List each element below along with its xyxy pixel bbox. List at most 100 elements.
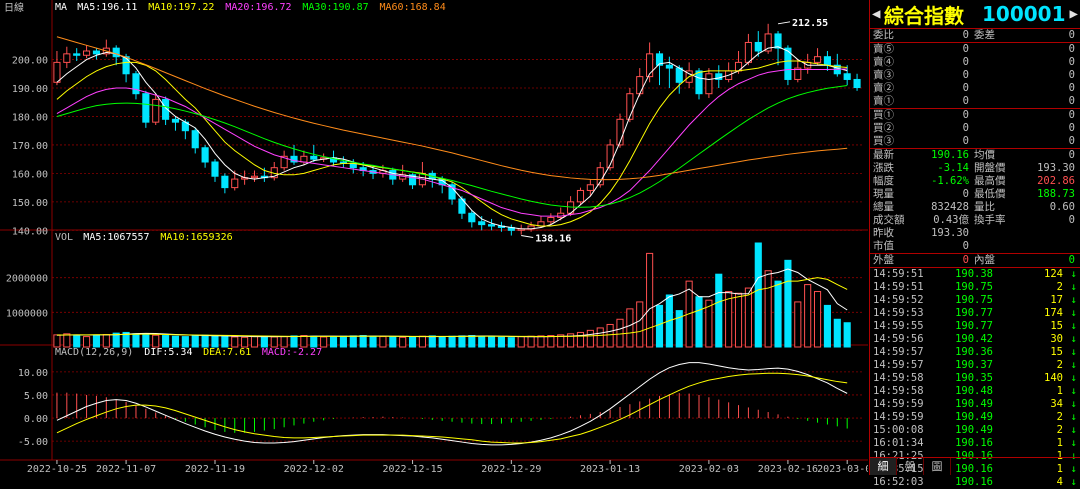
volume-bar xyxy=(92,335,101,348)
candle-body xyxy=(92,50,101,55)
volume-bar xyxy=(231,336,239,348)
quote-title-bar: ◀ 綜合指數 100001 ▶ xyxy=(870,0,1080,29)
prev-arrow-icon[interactable]: ◀ xyxy=(872,6,882,22)
volume-bar xyxy=(389,336,397,348)
tick-time: 15:00:08 xyxy=(873,424,924,436)
legend-price-0: MA xyxy=(55,2,67,13)
legend-volume-0: VOL xyxy=(55,232,73,243)
volume-bar xyxy=(488,336,496,348)
outer-inner-row: 外盤 0 內盤 0 xyxy=(870,254,1080,267)
candle-body xyxy=(586,184,594,191)
date-tick-label: 2022-11-19 xyxy=(185,464,245,475)
quote-tabs: 細 盤 圖 xyxy=(870,457,1080,475)
next-arrow-icon[interactable]: ▶ xyxy=(1070,6,1080,22)
volume-bar xyxy=(448,335,456,348)
legend-volume-2: MA10:1659326 xyxy=(160,232,232,243)
tick-direction-icon: ↓ xyxy=(1070,320,1077,332)
tick-volume: 15 xyxy=(1050,346,1063,358)
volume-bar xyxy=(280,336,288,348)
bid-level-label: 買① xyxy=(873,109,894,121)
stat-value: 832428 xyxy=(931,201,969,213)
macd-ytick-label: 10.00 xyxy=(18,368,48,379)
volume-bar xyxy=(744,287,752,348)
chart-panel[interactable]: 日線 MA MA5:196.11 MA10:197.22 MA20:196.72 MA30… xyxy=(0,0,868,475)
ask-row: 賣① 0 0 xyxy=(870,95,1080,108)
stat-row: 昨收 193.30 xyxy=(870,227,1080,240)
tab-detail[interactable]: 細 xyxy=(870,458,897,475)
price-ytick-label: 170.00 xyxy=(12,141,48,152)
bid-row: 買① 0 0 xyxy=(870,109,1080,122)
stat-value: 0.43億 xyxy=(933,214,969,226)
legend-volume-1: MA5:1067557 xyxy=(83,232,149,243)
price-ytick-label: 200.00 xyxy=(12,56,48,67)
volume-bar xyxy=(132,333,140,348)
candle-body xyxy=(53,61,61,83)
stat-label: 幅度 xyxy=(873,175,894,187)
stat-label: 昨收 xyxy=(873,227,894,239)
volume-bar xyxy=(823,304,831,348)
tick-price: 190.49 xyxy=(955,424,993,436)
bid-price: 0 xyxy=(962,122,969,134)
bid-volume: 0 xyxy=(1068,135,1075,147)
kline-chart[interactable]: 日線 MA MA5:196.11 MA10:197.22 MA20:196.72 MA30… xyxy=(0,0,868,475)
tab-chart[interactable]: 圖 xyxy=(924,458,951,475)
ask-volume: 0 xyxy=(1068,43,1075,55)
stat-label: 市值 xyxy=(873,240,894,252)
volume-bar xyxy=(517,336,525,348)
date-tick-label: 2023-02-16 xyxy=(758,464,818,475)
legend-macd-1: DIF:5.34 xyxy=(144,347,192,358)
date-tick-label: 2022-12-02 xyxy=(284,464,344,475)
volume-bar xyxy=(290,335,298,348)
volume-bar xyxy=(320,336,328,348)
outer-volume-label: 外盤 xyxy=(873,254,894,266)
volume-bar xyxy=(329,336,338,348)
tick-price: 190.48 xyxy=(955,385,993,397)
stat-value-2: 193.30 xyxy=(1037,162,1075,174)
tick-direction-icon: ↓ xyxy=(1070,359,1077,371)
tick-row: 15:00:08 190.49 2 ↓ xyxy=(870,424,1080,437)
volume-bar xyxy=(596,327,604,348)
tick-price: 190.77 xyxy=(955,320,993,332)
tick-time: 16:01:34 xyxy=(873,437,924,449)
candle-body xyxy=(488,224,496,227)
volume-bar xyxy=(408,336,417,348)
tick-row: 14:59:59 190.49 2 ↓ xyxy=(870,411,1080,424)
stat-value: -1.62% xyxy=(931,175,969,187)
date-tick-label: 2023-02-03 xyxy=(679,464,739,475)
candle-body xyxy=(300,155,308,163)
tick-time: 14:59:51 xyxy=(873,268,924,280)
candle-body xyxy=(152,98,160,123)
price-ytick-label: 140.00 xyxy=(12,226,48,237)
ask-price: 0 xyxy=(962,56,969,68)
volume-bar xyxy=(695,296,703,348)
volume-ytick-label: 2000000 xyxy=(6,274,48,285)
order-diff-label: 委差 xyxy=(974,29,995,41)
tick-price: 190.49 xyxy=(955,398,993,410)
tick-row: 14:59:58 190.35 140 ↓ xyxy=(870,372,1080,385)
tick-volume: 174 xyxy=(1044,307,1063,319)
volume-bar xyxy=(379,336,387,348)
candle-body xyxy=(547,217,555,223)
bid-row: 買② 0 0 xyxy=(870,122,1080,135)
tick-direction-icon: ↓ xyxy=(1070,333,1077,345)
volume-bar xyxy=(774,280,782,348)
tick-direction-icon: ↓ xyxy=(1070,398,1077,410)
tick-row: 14:59:58 190.48 1 ↓ xyxy=(870,385,1080,398)
volume-bar xyxy=(142,334,150,348)
tick-direction-icon: ↓ xyxy=(1070,437,1077,449)
tick-price: 190.37 xyxy=(955,359,993,371)
stat-label-2: 最低價 xyxy=(974,188,1006,200)
tick-volume: 2 xyxy=(1056,281,1063,293)
tab-book[interactable]: 盤 xyxy=(897,458,924,475)
tick-row: 14:59:56 190.42 30 ↓ xyxy=(870,333,1080,346)
quote-panel: ◀ 綜合指數 100001 ▶ 委比 0 委差 0 賣⑤ 0 0 賣④ 0 0 賣③ 0 0 賣② 0 0 賣①… xyxy=(869,0,1080,488)
candle-body xyxy=(823,56,831,66)
candle-body xyxy=(754,41,762,52)
volume-bar xyxy=(804,284,812,348)
tick-row: 14:59:51 190.38 124 ↓ xyxy=(870,268,1080,281)
volume-bar xyxy=(507,337,515,348)
volume-bar xyxy=(813,291,822,348)
stat-row: 成交額 0.43億 換手率 0 xyxy=(870,214,1080,227)
tick-volume: 140 xyxy=(1044,372,1063,384)
volume-bar xyxy=(655,304,664,348)
